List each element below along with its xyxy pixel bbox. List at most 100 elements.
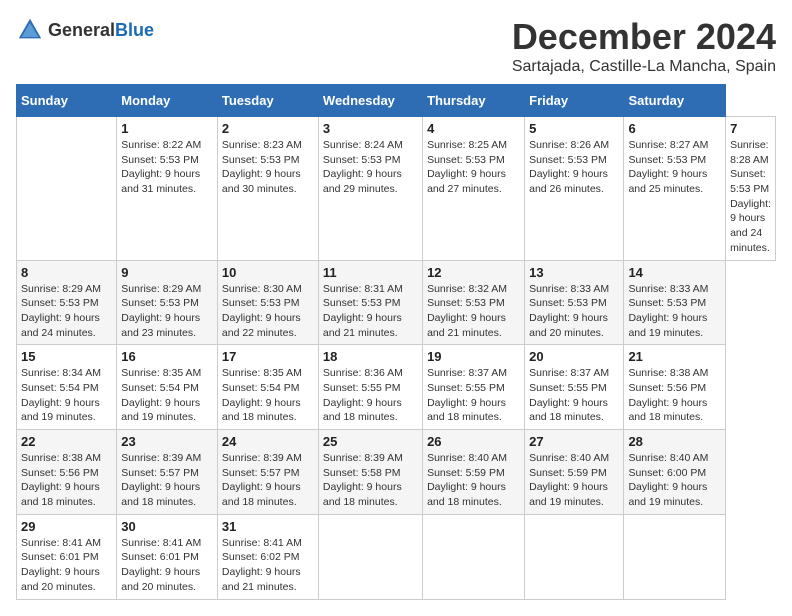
day-info: Sunrise: 8:39 AM Sunset: 5:58 PM Dayligh… xyxy=(323,451,418,510)
empty-cell xyxy=(17,117,117,261)
day-info: Sunrise: 8:35 AM Sunset: 5:54 PM Dayligh… xyxy=(222,366,314,425)
day-info: Sunrise: 8:40 AM Sunset: 6:00 PM Dayligh… xyxy=(628,451,721,510)
daylight-label: Daylight: 9 hours and 25 minutes. xyxy=(628,168,707,195)
day-number: 25 xyxy=(323,434,418,449)
day-info: Sunrise: 8:37 AM Sunset: 5:55 PM Dayligh… xyxy=(529,366,619,425)
sunset-label: Sunset: 5:53 PM xyxy=(628,154,706,166)
sunrise-label: Sunrise: 8:40 AM xyxy=(628,452,708,464)
weekday-header-sunday: Sunday xyxy=(17,85,117,117)
sunset-label: Sunset: 5:53 PM xyxy=(427,297,505,309)
daylight-label: Daylight: 9 hours and 19 minutes. xyxy=(21,397,100,424)
daylight-label: Daylight: 9 hours and 18 minutes. xyxy=(529,397,608,424)
day-info: Sunrise: 8:28 AM Sunset: 5:53 PM Dayligh… xyxy=(730,138,771,256)
calendar-day-cell: 1 Sunrise: 8:22 AM Sunset: 5:53 PM Dayli… xyxy=(117,117,218,261)
sunrise-label: Sunrise: 8:33 AM xyxy=(628,283,708,295)
daylight-label: Daylight: 9 hours and 21 minutes. xyxy=(323,312,402,339)
day-info: Sunrise: 8:34 AM Sunset: 5:54 PM Dayligh… xyxy=(21,366,112,425)
weekday-header-friday: Friday xyxy=(525,85,624,117)
calendar-day-cell: 15 Sunrise: 8:34 AM Sunset: 5:54 PM Dayl… xyxy=(17,345,117,430)
day-number: 5 xyxy=(529,121,619,136)
sunset-label: Sunset: 5:53 PM xyxy=(427,154,505,166)
day-info: Sunrise: 8:23 AM Sunset: 5:53 PM Dayligh… xyxy=(222,138,314,197)
sunset-label: Sunset: 5:55 PM xyxy=(529,382,607,394)
sunset-label: Sunset: 5:59 PM xyxy=(529,467,607,479)
day-info: Sunrise: 8:41 AM Sunset: 6:01 PM Dayligh… xyxy=(21,536,112,595)
calendar-day-cell: 5 Sunrise: 8:26 AM Sunset: 5:53 PM Dayli… xyxy=(525,117,624,261)
empty-cell xyxy=(525,514,624,599)
day-info: Sunrise: 8:29 AM Sunset: 5:53 PM Dayligh… xyxy=(21,282,112,341)
day-info: Sunrise: 8:22 AM Sunset: 5:53 PM Dayligh… xyxy=(121,138,213,197)
sunrise-label: Sunrise: 8:37 AM xyxy=(529,367,609,379)
calendar-day-cell: 10 Sunrise: 8:30 AM Sunset: 5:53 PM Dayl… xyxy=(217,260,318,345)
sunset-label: Sunset: 5:58 PM xyxy=(323,467,401,479)
sunset-label: Sunset: 5:55 PM xyxy=(427,382,505,394)
weekday-header-thursday: Thursday xyxy=(423,85,525,117)
daylight-label: Daylight: 9 hours and 31 minutes. xyxy=(121,168,200,195)
sunset-label: Sunset: 5:53 PM xyxy=(628,297,706,309)
daylight-label: Daylight: 9 hours and 19 minutes. xyxy=(121,397,200,424)
calendar-day-cell: 26 Sunrise: 8:40 AM Sunset: 5:59 PM Dayl… xyxy=(423,430,525,515)
day-number: 16 xyxy=(121,349,213,364)
daylight-label: Daylight: 9 hours and 23 minutes. xyxy=(121,312,200,339)
day-number: 29 xyxy=(21,519,112,534)
sunrise-label: Sunrise: 8:28 AM xyxy=(730,139,769,166)
sunset-label: Sunset: 5:59 PM xyxy=(427,467,505,479)
calendar-day-cell: 21 Sunrise: 8:38 AM Sunset: 5:56 PM Dayl… xyxy=(624,345,726,430)
day-number: 15 xyxy=(21,349,112,364)
sunset-label: Sunset: 5:53 PM xyxy=(121,154,199,166)
calendar-day-cell: 20 Sunrise: 8:37 AM Sunset: 5:55 PM Dayl… xyxy=(525,345,624,430)
day-number: 11 xyxy=(323,265,418,280)
day-number: 13 xyxy=(529,265,619,280)
sunset-label: Sunset: 5:53 PM xyxy=(323,154,401,166)
day-info: Sunrise: 8:39 AM Sunset: 5:57 PM Dayligh… xyxy=(121,451,213,510)
day-info: Sunrise: 8:26 AM Sunset: 5:53 PM Dayligh… xyxy=(529,138,619,197)
day-number: 19 xyxy=(427,349,520,364)
day-info: Sunrise: 8:40 AM Sunset: 5:59 PM Dayligh… xyxy=(529,451,619,510)
calendar-day-cell: 16 Sunrise: 8:35 AM Sunset: 5:54 PM Dayl… xyxy=(117,345,218,430)
daylight-label: Daylight: 9 hours and 18 minutes. xyxy=(323,397,402,424)
daylight-label: Daylight: 9 hours and 18 minutes. xyxy=(628,397,707,424)
day-number: 31 xyxy=(222,519,314,534)
daylight-label: Daylight: 9 hours and 20 minutes. xyxy=(121,566,200,593)
daylight-label: Daylight: 9 hours and 21 minutes. xyxy=(222,566,301,593)
day-number: 10 xyxy=(222,265,314,280)
day-info: Sunrise: 8:27 AM Sunset: 5:53 PM Dayligh… xyxy=(628,138,721,197)
sunrise-label: Sunrise: 8:27 AM xyxy=(628,139,708,151)
sunset-label: Sunset: 5:53 PM xyxy=(529,297,607,309)
sunrise-label: Sunrise: 8:33 AM xyxy=(529,283,609,295)
daylight-label: Daylight: 9 hours and 26 minutes. xyxy=(529,168,608,195)
calendar-day-cell: 13 Sunrise: 8:33 AM Sunset: 5:53 PM Dayl… xyxy=(525,260,624,345)
calendar-day-cell: 27 Sunrise: 8:40 AM Sunset: 5:59 PM Dayl… xyxy=(525,430,624,515)
calendar-day-cell: 25 Sunrise: 8:39 AM Sunset: 5:58 PM Dayl… xyxy=(318,430,422,515)
day-info: Sunrise: 8:25 AM Sunset: 5:53 PM Dayligh… xyxy=(427,138,520,197)
empty-cell xyxy=(318,514,422,599)
daylight-label: Daylight: 9 hours and 18 minutes. xyxy=(427,397,506,424)
calendar-day-cell: 23 Sunrise: 8:39 AM Sunset: 5:57 PM Dayl… xyxy=(117,430,218,515)
calendar-day-cell: 24 Sunrise: 8:39 AM Sunset: 5:57 PM Dayl… xyxy=(217,430,318,515)
day-info: Sunrise: 8:37 AM Sunset: 5:55 PM Dayligh… xyxy=(427,366,520,425)
sunset-label: Sunset: 5:54 PM xyxy=(21,382,99,394)
sunset-label: Sunset: 5:53 PM xyxy=(121,297,199,309)
sunrise-label: Sunrise: 8:22 AM xyxy=(121,139,201,151)
calendar-day-cell: 17 Sunrise: 8:35 AM Sunset: 5:54 PM Dayl… xyxy=(217,345,318,430)
day-info: Sunrise: 8:30 AM Sunset: 5:53 PM Dayligh… xyxy=(222,282,314,341)
day-info: Sunrise: 8:40 AM Sunset: 5:59 PM Dayligh… xyxy=(427,451,520,510)
sunrise-label: Sunrise: 8:35 AM xyxy=(121,367,201,379)
calendar-week-row: 15 Sunrise: 8:34 AM Sunset: 5:54 PM Dayl… xyxy=(17,345,776,430)
calendar-day-cell: 14 Sunrise: 8:33 AM Sunset: 5:53 PM Dayl… xyxy=(624,260,726,345)
sunrise-label: Sunrise: 8:32 AM xyxy=(427,283,507,295)
day-info: Sunrise: 8:41 AM Sunset: 6:02 PM Dayligh… xyxy=(222,536,314,595)
calendar-day-cell: 18 Sunrise: 8:36 AM Sunset: 5:55 PM Dayl… xyxy=(318,345,422,430)
day-info: Sunrise: 8:35 AM Sunset: 5:54 PM Dayligh… xyxy=(121,366,213,425)
day-number: 21 xyxy=(628,349,721,364)
sunrise-label: Sunrise: 8:31 AM xyxy=(323,283,403,295)
day-info: Sunrise: 8:36 AM Sunset: 5:55 PM Dayligh… xyxy=(323,366,418,425)
calendar-day-cell: 3 Sunrise: 8:24 AM Sunset: 5:53 PM Dayli… xyxy=(318,117,422,261)
location-title: Sartajada, Castille-La Mancha, Spain xyxy=(512,58,776,76)
sunset-label: Sunset: 6:00 PM xyxy=(628,467,706,479)
daylight-label: Daylight: 9 hours and 18 minutes. xyxy=(222,481,301,508)
sunrise-label: Sunrise: 8:38 AM xyxy=(628,367,708,379)
calendar-day-cell: 11 Sunrise: 8:31 AM Sunset: 5:53 PM Dayl… xyxy=(318,260,422,345)
sunset-label: Sunset: 5:56 PM xyxy=(628,382,706,394)
day-info: Sunrise: 8:33 AM Sunset: 5:53 PM Dayligh… xyxy=(628,282,721,341)
